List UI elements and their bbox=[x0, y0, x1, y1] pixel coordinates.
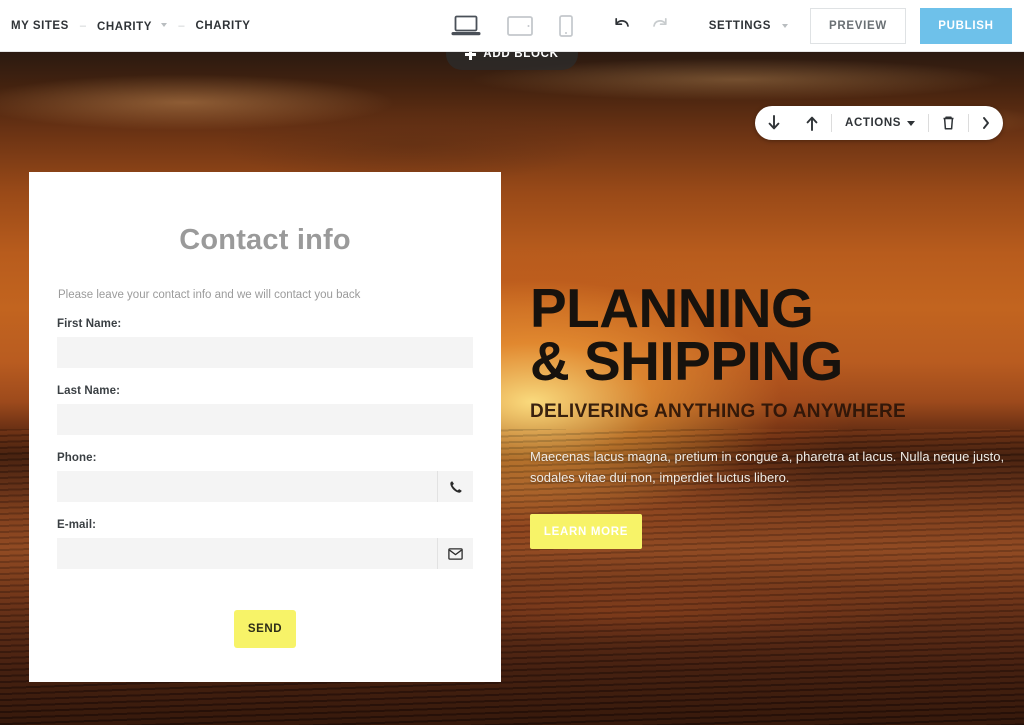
add-block-label: ADD BLOCK bbox=[483, 52, 559, 60]
chevron-down-icon bbox=[782, 24, 788, 28]
hero-heading-line-2: & SHIPPING bbox=[530, 329, 843, 392]
more-actions-icon[interactable] bbox=[969, 106, 1003, 140]
mobile-view-icon[interactable] bbox=[559, 14, 573, 37]
breadcrumb: MY SITES – CHARITY – CHARITY bbox=[0, 17, 251, 35]
move-block-up-icon[interactable] bbox=[793, 106, 831, 140]
hero-heading-line-1: PLANNING bbox=[530, 277, 814, 339]
settings-label: SETTINGS bbox=[708, 20, 771, 32]
page-canvas: ADD BLOCK ACTIONS PLANNING & SHIPPING DE… bbox=[0, 52, 1024, 725]
chevron-down-icon bbox=[907, 120, 915, 126]
delete-block-icon[interactable] bbox=[929, 106, 968, 140]
plus-icon bbox=[465, 52, 477, 60]
first-name-label: First Name: bbox=[57, 318, 122, 330]
field-last-name: Last Name: bbox=[57, 385, 473, 435]
envelope-icon bbox=[437, 538, 473, 569]
breadcrumb-item-charity-site[interactable]: CHARITY bbox=[97, 17, 168, 35]
hero-heading: PLANNING & SHIPPING bbox=[530, 277, 1008, 392]
phone-icon bbox=[437, 471, 473, 502]
actions-label: ACTIONS bbox=[845, 117, 901, 129]
redo-icon[interactable] bbox=[641, 7, 679, 45]
field-email: E-mail: bbox=[57, 519, 473, 569]
contact-form-title: Contact info bbox=[179, 224, 351, 256]
contact-form-card[interactable]: Contact info Please leave your contact i… bbox=[29, 172, 501, 682]
send-button[interactable]: SEND bbox=[234, 610, 296, 648]
top-toolbar: MY SITES – CHARITY – CHARITY SETTINGS PR… bbox=[0, 0, 1024, 52]
last-name-label: Last Name: bbox=[57, 385, 120, 397]
move-block-down-icon[interactable] bbox=[755, 106, 793, 140]
email-input-wrapper bbox=[57, 538, 473, 569]
first-name-input-wrapper bbox=[57, 337, 473, 368]
breadcrumb-item-my-sites[interactable]: MY SITES bbox=[11, 20, 69, 32]
breadcrumb-separator: – bbox=[178, 19, 185, 32]
actions-dropdown[interactable]: ACTIONS bbox=[832, 106, 928, 140]
last-name-input-wrapper bbox=[57, 404, 473, 435]
email-label: E-mail: bbox=[57, 519, 97, 531]
phone-label: Phone: bbox=[57, 452, 97, 464]
email-input[interactable] bbox=[57, 538, 437, 569]
hero-paragraph: Maecenas lacus magna, pretium in congue … bbox=[530, 448, 1005, 486]
device-switcher bbox=[427, 0, 597, 52]
breadcrumb-label: CHARITY bbox=[97, 20, 152, 33]
settings-menu[interactable]: SETTINGS bbox=[709, 20, 788, 32]
tablet-view-icon[interactable] bbox=[507, 15, 533, 36]
hero-subheading: DELIVERING ANYTHING TO ANYWHERE bbox=[530, 400, 906, 422]
publish-button[interactable]: PUBLISH bbox=[920, 8, 1012, 44]
field-first-name: First Name: bbox=[57, 318, 473, 368]
site-builder-app: MY SITES – CHARITY – CHARITY SETTINGS PR… bbox=[0, 0, 1024, 725]
phone-input[interactable] bbox=[57, 471, 437, 502]
hero-text-block[interactable]: PLANNING & SHIPPING DELIVERING ANYTHING … bbox=[530, 277, 1008, 550]
learn-more-button[interactable]: LEARN MORE bbox=[530, 514, 642, 550]
breadcrumb-item-charity-page[interactable]: CHARITY bbox=[196, 20, 251, 32]
block-actions-toolbar: ACTIONS bbox=[755, 106, 1003, 140]
first-name-input[interactable] bbox=[57, 337, 473, 368]
breadcrumb-separator: – bbox=[79, 19, 86, 32]
desktop-view-icon[interactable] bbox=[451, 15, 481, 37]
preview-button[interactable]: PREVIEW bbox=[810, 8, 906, 44]
add-block-button[interactable]: ADD BLOCK bbox=[446, 52, 578, 70]
field-phone: Phone: bbox=[57, 452, 473, 502]
last-name-input[interactable] bbox=[57, 404, 473, 435]
undo-icon[interactable] bbox=[603, 7, 641, 45]
phone-input-wrapper bbox=[57, 471, 473, 502]
top-right-controls: SETTINGS PREVIEW PUBLISH bbox=[603, 0, 1012, 52]
send-row: SEND bbox=[57, 610, 473, 648]
contact-form-subtitle: Please leave your contact info and we wi… bbox=[58, 289, 361, 301]
